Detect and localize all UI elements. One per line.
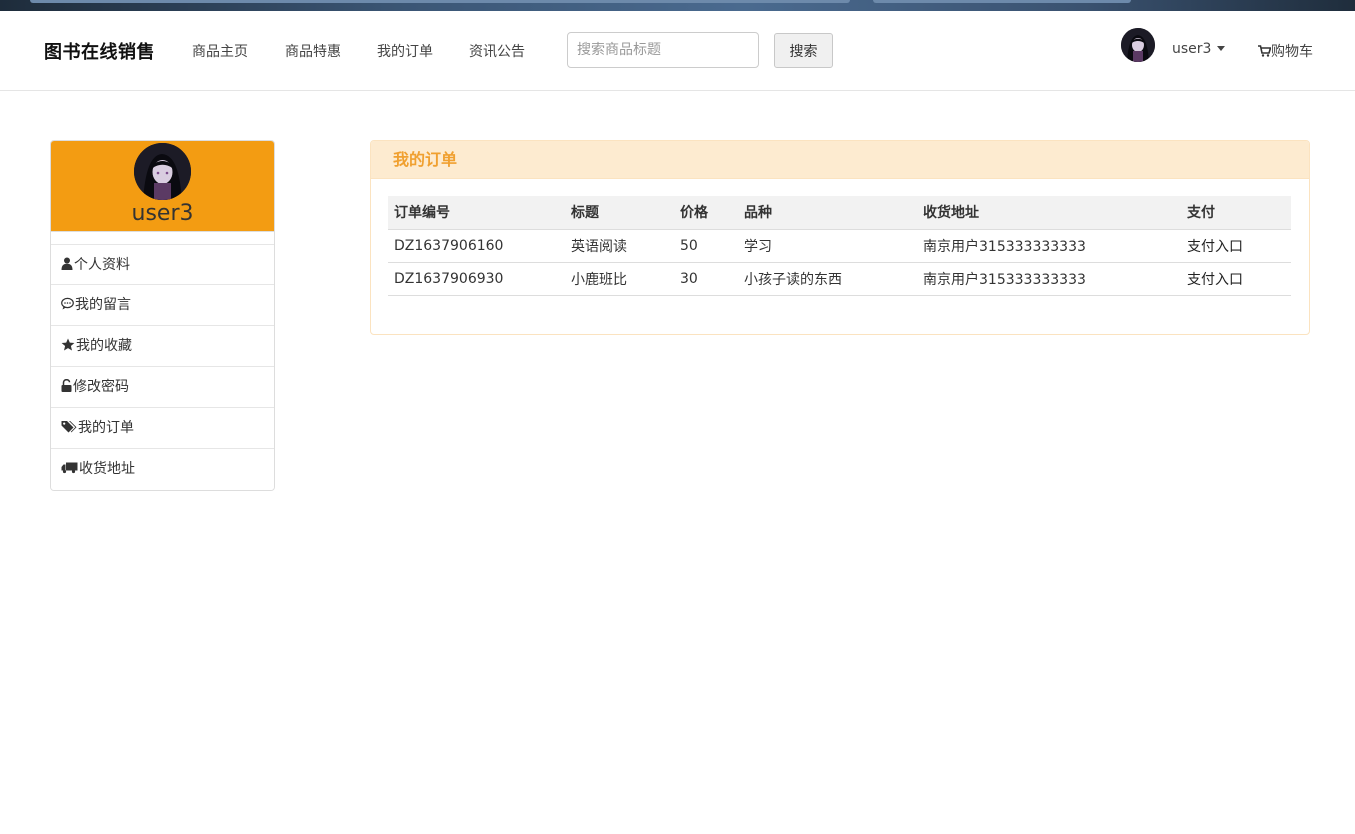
column-header: 收货地址	[917, 196, 1181, 230]
sidebar-item-address[interactable]: 收货地址	[51, 449, 274, 490]
order-category: 学习	[738, 229, 917, 263]
strip-segment	[873, 0, 1131, 3]
avatar-image	[1121, 28, 1155, 62]
order-id: DZ1637906930	[388, 262, 565, 296]
column-header: 订单编号	[388, 196, 565, 230]
panel-title: 我的订单	[371, 141, 1309, 179]
sidebar-item-label: 个人资料	[74, 257, 130, 273]
user-avatar[interactable]	[1121, 28, 1155, 62]
order-address: 南京用户315333333333	[917, 262, 1181, 296]
sidebar-item-messages[interactable]: 我的留言	[51, 285, 274, 326]
sidebar-item-label: 修改密码	[73, 379, 129, 395]
column-header: 价格	[674, 196, 738, 230]
order-title: 英语阅读	[565, 229, 674, 263]
browser-top-strip	[0, 0, 1355, 11]
tags-icon	[61, 421, 77, 433]
sidebar-item-label: 收货地址	[79, 461, 135, 477]
table-header-row: 订单编号 标题 价格 品种 收货地址 支付	[388, 196, 1291, 230]
top-navbar: 图书在线销售 商品主页 商品特惠 我的订单 资讯公告 搜索 user3 购物车	[0, 11, 1355, 91]
sidebar-item-favorites[interactable]: 我的收藏	[51, 326, 274, 367]
column-header: 支付	[1181, 196, 1291, 230]
column-header: 标题	[565, 196, 674, 230]
order-address: 南京用户315333333333	[917, 229, 1181, 263]
cart-link[interactable]: 购物车	[1258, 41, 1313, 61]
pay-link[interactable]: 支付入口	[1187, 272, 1243, 288]
pay-link[interactable]: 支付入口	[1187, 239, 1243, 255]
sidebar-item-label: 我的留言	[75, 297, 131, 313]
search-button[interactable]: 搜索	[774, 33, 833, 68]
brand-title[interactable]: 图书在线销售	[44, 38, 155, 64]
user-name: user3	[1172, 41, 1212, 57]
order-title: 小鹿班比	[565, 262, 674, 296]
search-input[interactable]	[567, 32, 759, 68]
cart-icon	[1258, 45, 1272, 57]
chevron-down-icon	[1217, 46, 1226, 51]
orders-panel: 我的订单 订单编号 标题 价格 品种 收货地址 支付 DZ1637906160 …	[370, 140, 1310, 335]
column-header: 品种	[738, 196, 917, 230]
nav-link-specials[interactable]: 商品特惠	[285, 41, 341, 61]
table-row: DZ1637906160 英语阅读 50 学习 南京用户315333333333…	[388, 229, 1291, 263]
user-icon	[61, 257, 73, 270]
user-dropdown[interactable]: user3	[1172, 41, 1226, 57]
order-price: 30	[674, 262, 738, 296]
avatar-image	[134, 143, 191, 200]
comment-icon	[61, 297, 74, 310]
orders-table: 订单编号 标题 价格 品种 收货地址 支付 DZ1637906160 英语阅读 …	[388, 196, 1291, 296]
truck-icon	[61, 462, 78, 474]
user-sidebar: user3 个人资料 我的留言 我的收藏 修改密码 我的订单 收货地址	[50, 140, 275, 491]
nav-link-orders[interactable]: 我的订单	[377, 41, 433, 61]
order-id: DZ1637906160	[388, 229, 565, 263]
star-icon	[61, 338, 75, 351]
strip-segment	[30, 0, 850, 3]
sidebar-item-profile[interactable]: 个人资料	[51, 244, 274, 285]
cart-label: 购物车	[1271, 44, 1313, 60]
nav-link-home[interactable]: 商品主页	[192, 41, 248, 61]
sidebar-item-label: 我的收藏	[76, 338, 132, 354]
profile-username: user3	[131, 201, 194, 226]
unlock-icon	[61, 379, 72, 392]
profile-avatar	[134, 143, 191, 200]
order-category: 小孩子读的东西	[738, 262, 917, 296]
nav-link-news[interactable]: 资讯公告	[469, 41, 525, 61]
sidebar-item-orders[interactable]: 我的订单	[51, 408, 274, 449]
table-row: DZ1637906930 小鹿班比 30 小孩子读的东西 南京用户3153333…	[388, 262, 1291, 296]
sidebar-item-change-password[interactable]: 修改密码	[51, 367, 274, 408]
sidebar-item-label: 我的订单	[78, 420, 134, 436]
order-price: 50	[674, 229, 738, 263]
profile-header: user3	[51, 141, 274, 232]
